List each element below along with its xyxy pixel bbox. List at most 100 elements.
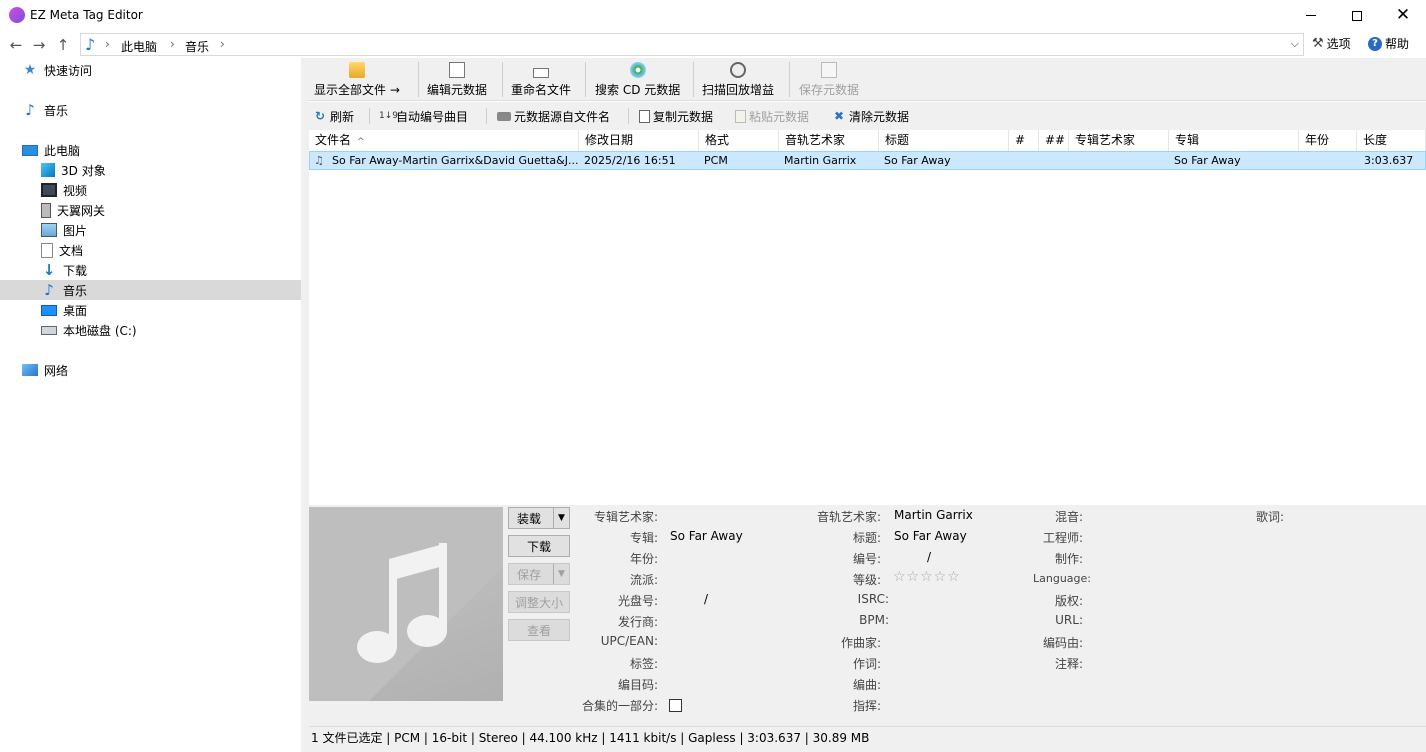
column-header-album-artist[interactable]: 专辑艺术家 bbox=[1069, 130, 1169, 151]
paste-metadata-button[interactable]: 粘贴元数据 bbox=[735, 107, 809, 125]
compilation-checkbox[interactable] bbox=[669, 699, 682, 712]
close-button[interactable]: ✕ bbox=[1380, 0, 1426, 31]
window-title: EZ Meta Tag Editor bbox=[30, 8, 143, 22]
dropdown-arrow-icon[interactable]: ▼ bbox=[553, 564, 569, 584]
tree-item-label: 桌面 bbox=[63, 303, 88, 318]
tree-item-quick-access[interactable]: ★ 快速访问 bbox=[22, 60, 301, 80]
view-art-label: 查看 bbox=[526, 623, 551, 638]
metadata-from-filename-button[interactable]: 元数据源自文件名 bbox=[497, 107, 610, 125]
tree-item-network[interactable]: 网络 bbox=[22, 360, 301, 380]
refresh-label: 刷新 bbox=[330, 109, 355, 124]
tree-item-documents[interactable]: 文档 bbox=[41, 240, 301, 260]
scan-replay-gain-button[interactable]: 扫描回放增益 bbox=[702, 62, 774, 98]
tree-item-label: 网络 bbox=[44, 363, 69, 378]
chevron-right-icon[interactable]: › bbox=[170, 37, 175, 51]
download-art-button[interactable]: 下载 bbox=[508, 535, 570, 557]
album-art[interactable] bbox=[309, 507, 503, 701]
field-label-lyrics: 歌词: bbox=[1255, 510, 1284, 524]
column-header-year[interactable]: 年份 bbox=[1299, 130, 1357, 151]
field-disc-number[interactable]: / bbox=[704, 592, 708, 606]
copy-metadata-button[interactable]: 复制元数据 bbox=[639, 107, 713, 125]
cube-icon bbox=[41, 163, 55, 177]
tree-item-pictures[interactable]: 图片 bbox=[41, 220, 301, 240]
column-header-format[interactable]: 格式 bbox=[699, 130, 779, 151]
address-bar[interactable]: ♪ › 此电脑 › 音乐 › ⌵ bbox=[80, 33, 1304, 56]
edit-metadata-button[interactable]: 编辑元数据 bbox=[427, 62, 487, 98]
ribbon-separator bbox=[502, 62, 503, 97]
cell-date: 2025/2/16 16:51 bbox=[584, 154, 676, 167]
cell-disc-number bbox=[1040, 152, 1070, 169]
metadata-from-filename-label: 元数据源自文件名 bbox=[514, 109, 611, 124]
tree-item-3d-objects[interactable]: 3D 对象 bbox=[41, 160, 301, 180]
metadata-panel: 装载 ▼ 下载 保存 ▼ 调整大小 查看 专辑艺术家: 专辑: So Far A… bbox=[309, 505, 1426, 730]
tree-item-this-pc[interactable]: 此电脑 bbox=[22, 140, 301, 160]
load-art-button[interactable]: 装载 ▼ bbox=[508, 507, 570, 529]
field-track-artist[interactable]: Martin Garrix bbox=[894, 508, 973, 522]
rename-file-button[interactable]: 重命名文件 bbox=[511, 62, 571, 98]
chevron-right-icon[interactable]: › bbox=[105, 37, 110, 51]
download-art-label: 下载 bbox=[526, 539, 551, 554]
field-label-title: 标题: bbox=[852, 531, 881, 545]
chevron-down-icon[interactable]: ⌵ bbox=[1291, 37, 1299, 51]
toolbar-separator bbox=[486, 108, 487, 124]
cell-length: 3:03.637 bbox=[1364, 154, 1414, 167]
field-label-conductor: 指挥: bbox=[852, 699, 881, 713]
up-icon[interactable]: ↑ bbox=[52, 34, 74, 56]
options-button[interactable]: ⚒ 选项 bbox=[1312, 35, 1351, 52]
copy-metadata-label: 复制元数据 bbox=[653, 109, 714, 124]
navigation-tree: ★ 快速访问 ♪ 音乐 此电脑 3D 对象 视频 天翼网关 图片 文档 ↓ 下载… bbox=[0, 58, 301, 752]
tree-item-gateway[interactable]: 天翼网关 bbox=[41, 200, 301, 220]
column-header-track-number[interactable]: # bbox=[1009, 130, 1039, 151]
tree-item-desktop[interactable]: 桌面 bbox=[41, 300, 301, 320]
column-header-track-artist[interactable]: 音轨艺术家 bbox=[779, 130, 879, 151]
forward-icon[interactable]: → bbox=[28, 34, 50, 56]
cell-album: So Far Away bbox=[1174, 154, 1241, 167]
back-icon[interactable]: ← bbox=[5, 34, 27, 56]
field-track-number[interactable]: / bbox=[927, 550, 931, 564]
breadcrumb-music[interactable]: 音乐 bbox=[185, 38, 209, 55]
pane-splitter[interactable] bbox=[301, 58, 309, 752]
music-note-icon: ♪ bbox=[85, 35, 96, 54]
refresh-button[interactable]: ↻ 刷新 bbox=[313, 107, 354, 125]
field-title[interactable]: So Far Away bbox=[894, 529, 967, 543]
tree-item-local-disk[interactable]: 本地磁盘 (C:) bbox=[41, 320, 301, 340]
tree-item-videos[interactable]: 视频 bbox=[41, 180, 301, 200]
resize-art-button[interactable]: 调整大小 bbox=[508, 591, 570, 613]
table-row[interactable]: ♫ So Far Away-Martin Garrix&David Guetta&… bbox=[309, 151, 1426, 170]
column-header-filename[interactable]: 文件名 ^ bbox=[309, 130, 579, 151]
clear-metadata-button[interactable]: ✖ 清除元数据 bbox=[832, 107, 909, 125]
search-cd-metadata-button[interactable]: 搜索 CD 元数据 bbox=[595, 62, 680, 98]
close-icon: ✕ bbox=[1395, 5, 1411, 25]
column-header-date[interactable]: 修改日期 bbox=[579, 130, 699, 151]
clear-x-icon: ✖ bbox=[833, 109, 845, 123]
show-all-files-button[interactable]: 显示全部文件 → bbox=[314, 62, 400, 98]
breadcrumb-this-pc[interactable]: 此电脑 bbox=[121, 38, 157, 55]
file-table: 文件名 ^ 修改日期 格式 音轨艺术家 标题 # ## 专辑艺术家 专辑 年份 长… bbox=[309, 130, 1426, 546]
tree-item-music-pinned[interactable]: ♪ 音乐 bbox=[22, 100, 301, 120]
save-art-button[interactable]: 保存 ▼ bbox=[508, 563, 570, 585]
save-metadata-button[interactable]: 保存元数据 bbox=[799, 62, 859, 98]
magnifier-icon bbox=[730, 62, 746, 78]
column-header-title[interactable]: 标题 bbox=[879, 130, 1009, 151]
load-art-label: 装载 bbox=[517, 511, 542, 526]
column-header-album[interactable]: 专辑 bbox=[1169, 130, 1299, 151]
tree-item-label: 音乐 bbox=[44, 103, 69, 118]
maximize-button[interactable] bbox=[1334, 0, 1380, 31]
minimize-button[interactable] bbox=[1288, 0, 1334, 31]
chevron-right-icon[interactable]: › bbox=[220, 37, 225, 51]
column-header-disc-number[interactable]: ## bbox=[1039, 130, 1069, 151]
help-label: 帮助 bbox=[1385, 37, 1410, 51]
edit-document-icon bbox=[449, 62, 465, 78]
tree-item-music[interactable]: ♪ 音乐 bbox=[0, 280, 301, 300]
rating-stars[interactable]: ☆☆☆☆☆ bbox=[893, 569, 961, 585]
auto-number-button[interactable]: 1↓9 自动编号曲目 bbox=[379, 107, 468, 125]
app-window: EZ Meta Tag Editor ✕ ← → ↑ ♪ › 此电脑 › 音乐 … bbox=[0, 0, 1426, 752]
resize-art-label: 调整大小 bbox=[514, 595, 563, 610]
dropdown-arrow-icon[interactable]: ▼ bbox=[553, 508, 569, 528]
tree-item-downloads[interactable]: ↓ 下载 bbox=[41, 260, 301, 280]
help-button[interactable]: ? 帮助 bbox=[1368, 35, 1409, 52]
column-label: 文件名 bbox=[315, 133, 352, 147]
field-album[interactable]: So Far Away bbox=[670, 529, 743, 543]
column-header-length[interactable]: 长度 bbox=[1357, 130, 1426, 151]
view-art-button[interactable]: 查看 bbox=[508, 619, 570, 641]
